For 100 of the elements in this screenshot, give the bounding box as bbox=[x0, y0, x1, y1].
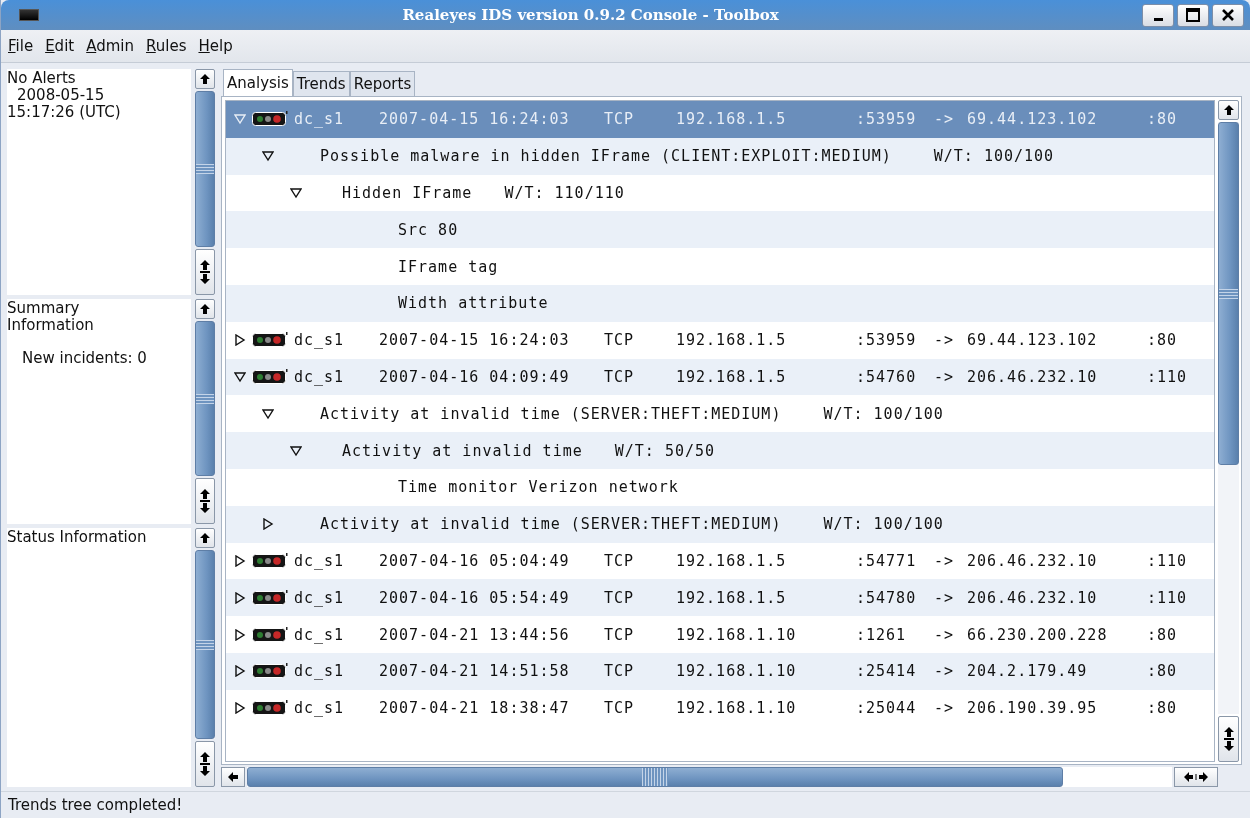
arrow-up-icon bbox=[200, 489, 210, 499]
destination-port-cell-text: :80 bbox=[1147, 699, 1179, 718]
menu-item[interactable]: Rules bbox=[146, 37, 187, 55]
scroll-up-down-button[interactable] bbox=[195, 478, 215, 524]
scroll-left-right-button[interactable] bbox=[1174, 767, 1218, 787]
destination-ip-cell-text: 206.190.39.95 bbox=[967, 699, 1099, 718]
info-text: 2008-05-15 bbox=[16, 87, 106, 104]
tab[interactable]: Reports bbox=[349, 71, 416, 96]
protocol-cell-text: TCP bbox=[604, 331, 636, 350]
source-ip-cell-text: 192.168.1.5 bbox=[676, 551, 788, 570]
info-text: No Alerts bbox=[7, 70, 77, 87]
destination-ip-cell-text: 206.46.232.10 bbox=[967, 551, 1099, 570]
tree-row[interactable]: Activity at invalid time (SERVER:THEFT:MEDIUM) W/T: 100/100 bbox=[226, 505, 1214, 543]
vertical-scrollbar[interactable] bbox=[195, 299, 215, 524]
info-text: New incidents: 0 bbox=[21, 350, 148, 367]
tree-row[interactable]: dc_s1 2007-04-21 14:51:58 TCP 192.168.1.10 :25414 -> 204.2.179.49 :80 bbox=[226, 652, 1214, 690]
weight-threshold-text: W/T: 100/100 bbox=[823, 404, 944, 423]
datetime-cell-text: 2007-04-21 14:51:58 bbox=[379, 662, 571, 681]
collapsed-triangle-icon[interactable] bbox=[234, 628, 246, 641]
expanded-triangle-icon[interactable] bbox=[290, 444, 302, 457]
arrow-text: -> bbox=[934, 699, 956, 718]
scroll-up-down-button[interactable] bbox=[1218, 716, 1239, 762]
status-light-icon bbox=[252, 368, 288, 385]
arrow-text: -> bbox=[934, 662, 956, 681]
collapsed-triangle-icon[interactable] bbox=[234, 334, 246, 347]
scroll-left-button[interactable] bbox=[221, 767, 245, 787]
collapsed-triangle-icon[interactable] bbox=[234, 665, 246, 678]
scroll-up-button[interactable] bbox=[195, 69, 215, 89]
scrollbar-thumb[interactable] bbox=[195, 550, 215, 739]
maximize-button[interactable] bbox=[1177, 3, 1209, 27]
rule-text: Possible malware in hidden IFrame (CLIENT:EXPLOIT:MEDIUM) bbox=[320, 147, 892, 166]
source-ip-cell-text: 192.168.1.5 bbox=[676, 110, 788, 129]
tree-row[interactable]: Width attribute bbox=[226, 285, 1214, 322]
source-ip-cell-text: 192.168.1.10 bbox=[676, 699, 798, 718]
sensor-cell-text: dc_s1 bbox=[294, 699, 346, 718]
collapsed-triangle-icon[interactable] bbox=[234, 702, 246, 715]
destination-port-cell-text: :110 bbox=[1147, 551, 1189, 570]
expanded-triangle-icon[interactable] bbox=[290, 187, 302, 199]
expanded-triangle-icon[interactable] bbox=[234, 370, 246, 383]
info-text: Status Information bbox=[7, 529, 148, 546]
collapsed-triangle-icon[interactable] bbox=[234, 591, 246, 604]
trigger-text: Hidden IFrame bbox=[342, 184, 473, 202]
tree-row[interactable]: Activity at invalid time W/T: 50/50 bbox=[226, 432, 1214, 469]
menu-item[interactable]: Help bbox=[198, 37, 233, 55]
arrow-up-icon bbox=[200, 304, 210, 314]
tree-row[interactable]: Src 80 bbox=[226, 211, 1214, 249]
tab[interactable]: Analysis bbox=[223, 69, 293, 96]
collapsed-triangle-icon[interactable] bbox=[234, 554, 246, 567]
vertical-scrollbar[interactable] bbox=[1218, 100, 1239, 762]
detail-text: Time monitor Verizon network bbox=[398, 478, 679, 497]
scroll-up-button[interactable] bbox=[1218, 100, 1239, 120]
weight-threshold-text: W/T: 100/100 bbox=[933, 147, 1055, 166]
source-port-cell-text: :54771 bbox=[856, 551, 918, 570]
scrollbar-thumb[interactable] bbox=[195, 91, 215, 247]
protocol-cell-text: TCP bbox=[604, 367, 636, 386]
vertical-scrollbar[interactable] bbox=[195, 69, 215, 295]
scroll-up-down-button[interactable] bbox=[195, 249, 215, 295]
destination-ip-cell-text: 66.230.200.228 bbox=[967, 625, 1109, 644]
status-light-icon bbox=[252, 332, 288, 349]
expanded-triangle-icon[interactable] bbox=[262, 407, 274, 420]
destination-ip-cell-text: 69.44.123.102 bbox=[967, 110, 1099, 129]
menu-item[interactable]: Admin bbox=[86, 37, 134, 55]
close-button[interactable] bbox=[1212, 3, 1244, 27]
scrollbar-thumb[interactable] bbox=[1218, 122, 1239, 466]
vertical-scrollbar[interactable] bbox=[195, 528, 215, 787]
scroll-up-button[interactable] bbox=[195, 528, 215, 548]
horizontal-scrollbar[interactable] bbox=[221, 767, 1218, 787]
protocol-cell-text: TCP bbox=[604, 551, 636, 570]
datetime-cell-text: 2007-04-21 18:38:47 bbox=[379, 699, 571, 718]
destination-port-cell-text: :110 bbox=[1147, 367, 1189, 386]
sensor-cell-text: dc_s1 bbox=[294, 367, 346, 386]
arrow-up-icon bbox=[1223, 105, 1234, 115]
scroll-up-down-button[interactable] bbox=[195, 741, 215, 787]
menu-item[interactable]: Edit bbox=[45, 37, 75, 55]
menu-item[interactable]: File bbox=[8, 37, 34, 55]
minimize-button[interactable] bbox=[1142, 3, 1174, 27]
source-ip-cell-text: 192.168.1.10 bbox=[676, 662, 798, 681]
tree-row[interactable]: Possible malware in hidden IFrame (CLIENT:EXPLOIT:MEDIUM) W/T: 100/100 bbox=[226, 137, 1214, 175]
sensor-cell-text: dc_s1 bbox=[294, 331, 346, 350]
tree-row[interactable]: dc_s1 2007-04-16 04:09:49 TCP 192.168.1.5 :54760 -> 206.46.232.10 :110 bbox=[226, 358, 1214, 396]
source-port-cell-text: :25414 bbox=[856, 662, 918, 681]
collapsed-triangle-icon[interactable] bbox=[262, 518, 274, 531]
arrow-up-icon bbox=[200, 74, 210, 84]
scrollbar-thumb[interactable] bbox=[195, 321, 215, 476]
info-text: Summary Information bbox=[7, 300, 95, 334]
close-icon bbox=[1221, 8, 1235, 22]
rule-text: Activity at invalid time (SERVER:THEFT:MEDIUM) bbox=[320, 404, 782, 423]
arrow-down-icon bbox=[200, 274, 210, 284]
datetime-cell-text: 2007-04-16 05:54:49 bbox=[379, 588, 571, 607]
arrow-text: -> bbox=[934, 110, 956, 129]
tab[interactable]: Trends bbox=[292, 71, 350, 96]
scrollbar-thumb[interactable] bbox=[247, 767, 1063, 787]
datetime-cell-text: 2007-04-16 04:09:49 bbox=[379, 367, 571, 386]
protocol-cell-text: TCP bbox=[604, 699, 636, 718]
datetime-cell-text: 2007-04-21 13:44:56 bbox=[379, 625, 571, 644]
expanded-triangle-icon[interactable] bbox=[262, 150, 274, 163]
scroll-up-button[interactable] bbox=[195, 299, 215, 319]
status-light-icon bbox=[252, 589, 288, 606]
status-light-icon bbox=[252, 663, 288, 680]
tree-row[interactable]: dc_s1 2007-04-16 05:54:49 TCP 192.168.1.5 :54780 -> 206.46.232.10 :110 bbox=[226, 579, 1214, 617]
